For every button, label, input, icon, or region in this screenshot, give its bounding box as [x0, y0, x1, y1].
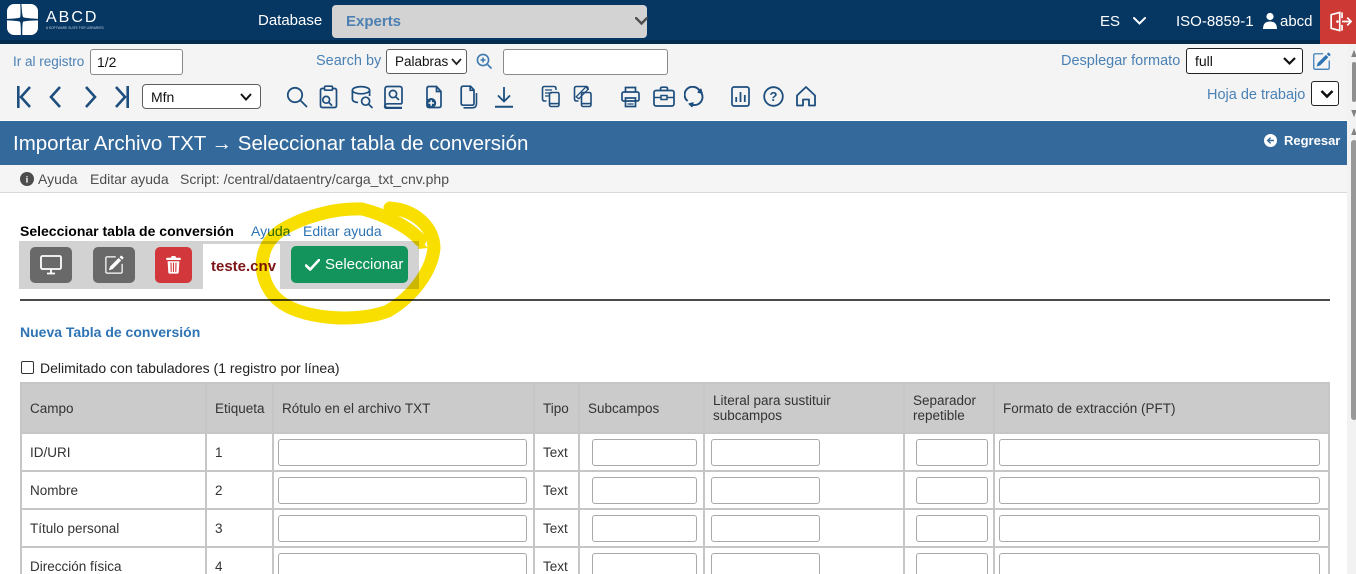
- svg-text:i: i: [26, 175, 29, 186]
- svg-text:?: ?: [770, 89, 778, 104]
